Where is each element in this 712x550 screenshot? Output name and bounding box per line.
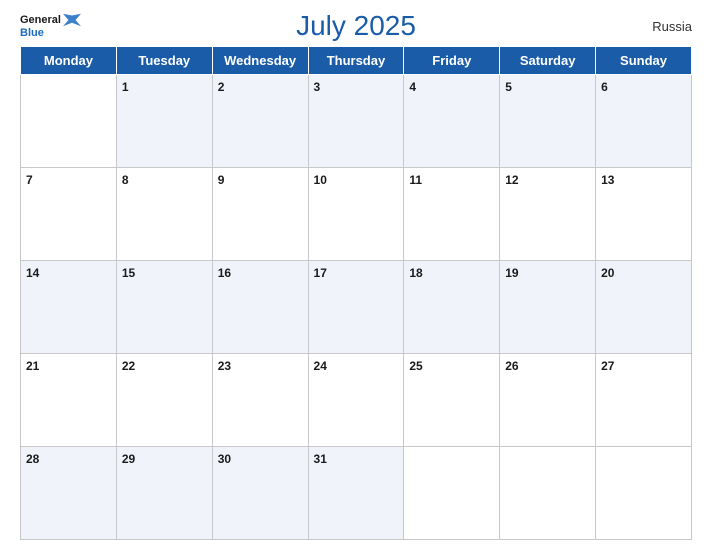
- calendar-day-cell: 27: [596, 354, 692, 447]
- day-number: 19: [505, 266, 518, 280]
- calendar-day-cell: 31: [308, 447, 404, 540]
- calendar-day-cell: 11: [404, 168, 500, 261]
- logo-general-text: General: [20, 14, 61, 26]
- day-number: 24: [314, 359, 327, 373]
- day-number: 9: [218, 173, 225, 187]
- calendar-day-cell: [596, 447, 692, 540]
- day-number: 22: [122, 359, 135, 373]
- calendar-week-row: 7 8 9 10 11 12 13: [21, 168, 692, 261]
- day-number: 10: [314, 173, 327, 187]
- day-number: 6: [601, 80, 608, 94]
- calendar-day-cell: [404, 447, 500, 540]
- day-number: 2: [218, 80, 225, 94]
- calendar-header-row: MondayTuesdayWednesdayThursdayFridaySatu…: [21, 47, 692, 75]
- calendar-day-cell: 29: [116, 447, 212, 540]
- day-number: 26: [505, 359, 518, 373]
- logo-blue-text: Blue: [20, 27, 44, 39]
- calendar-week-row: 28 29 30 31: [21, 447, 692, 540]
- day-number: 5: [505, 80, 512, 94]
- calendar-day-cell: 19: [500, 261, 596, 354]
- calendar-day-cell: 15: [116, 261, 212, 354]
- day-number: 21: [26, 359, 39, 373]
- day-number: 28: [26, 452, 39, 466]
- calendar-day-cell: 20: [596, 261, 692, 354]
- calendar-day-cell: 22: [116, 354, 212, 447]
- calendar-header-thursday: Thursday: [308, 47, 404, 75]
- calendar-day-cell: 30: [212, 447, 308, 540]
- day-number: 4: [409, 80, 416, 94]
- day-number: 11: [409, 173, 422, 187]
- page-title: July 2025: [296, 10, 416, 42]
- country-label: Russia: [652, 19, 692, 34]
- calendar-day-cell: 1: [116, 75, 212, 168]
- calendar-day-cell: 16: [212, 261, 308, 354]
- day-number: 7: [26, 173, 33, 187]
- day-number: 8: [122, 173, 129, 187]
- calendar-day-cell: 25: [404, 354, 500, 447]
- calendar-day-cell: 2: [212, 75, 308, 168]
- calendar-header-saturday: Saturday: [500, 47, 596, 75]
- calendar-week-row: 14 15 16 17 18 19 20: [21, 261, 692, 354]
- calendar-table: MondayTuesdayWednesdayThursdayFridaySatu…: [20, 46, 692, 540]
- calendar-day-cell: 7: [21, 168, 117, 261]
- calendar-day-cell: 12: [500, 168, 596, 261]
- day-number: 18: [409, 266, 422, 280]
- day-number: 15: [122, 266, 135, 280]
- calendar-day-cell: 26: [500, 354, 596, 447]
- calendar-day-cell: 17: [308, 261, 404, 354]
- calendar-day-cell: 3: [308, 75, 404, 168]
- calendar-day-cell: 5: [500, 75, 596, 168]
- calendar-header-monday: Monday: [21, 47, 117, 75]
- day-number: 3: [314, 80, 321, 94]
- calendar-day-cell: 13: [596, 168, 692, 261]
- day-number: 16: [218, 266, 231, 280]
- calendar-week-row: 1 2 3 4 5 6: [21, 75, 692, 168]
- calendar-day-cell: [500, 447, 596, 540]
- calendar-header-tuesday: Tuesday: [116, 47, 212, 75]
- day-number: 17: [314, 266, 327, 280]
- calendar-day-cell: 6: [596, 75, 692, 168]
- calendar-day-cell: 8: [116, 168, 212, 261]
- calendar-day-cell: 23: [212, 354, 308, 447]
- day-number: 27: [601, 359, 614, 373]
- day-number: 20: [601, 266, 614, 280]
- calendar-day-cell: 4: [404, 75, 500, 168]
- calendar-week-row: 21 22 23 24 25 26 27: [21, 354, 692, 447]
- day-number: 23: [218, 359, 231, 373]
- calendar-day-cell: 28: [21, 447, 117, 540]
- calendar-header-wednesday: Wednesday: [212, 47, 308, 75]
- calendar-header-friday: Friday: [404, 47, 500, 75]
- day-number: 31: [314, 452, 327, 466]
- day-number: 25: [409, 359, 422, 373]
- calendar-day-cell: 10: [308, 168, 404, 261]
- page-header: General Blue July 2025 Russia: [20, 10, 692, 42]
- day-number: 12: [505, 173, 518, 187]
- calendar-day-cell: [21, 75, 117, 168]
- logo-bird-icon: [63, 13, 81, 27]
- day-number: 30: [218, 452, 231, 466]
- day-number: 1: [122, 80, 129, 94]
- calendar-header-sunday: Sunday: [596, 47, 692, 75]
- calendar-day-cell: 9: [212, 168, 308, 261]
- calendar-day-cell: 21: [21, 354, 117, 447]
- calendar-day-cell: 18: [404, 261, 500, 354]
- day-number: 14: [26, 266, 39, 280]
- calendar-day-cell: 14: [21, 261, 117, 354]
- logo: General Blue: [20, 13, 81, 39]
- calendar-day-cell: 24: [308, 354, 404, 447]
- day-number: 13: [601, 173, 614, 187]
- day-number: 29: [122, 452, 135, 466]
